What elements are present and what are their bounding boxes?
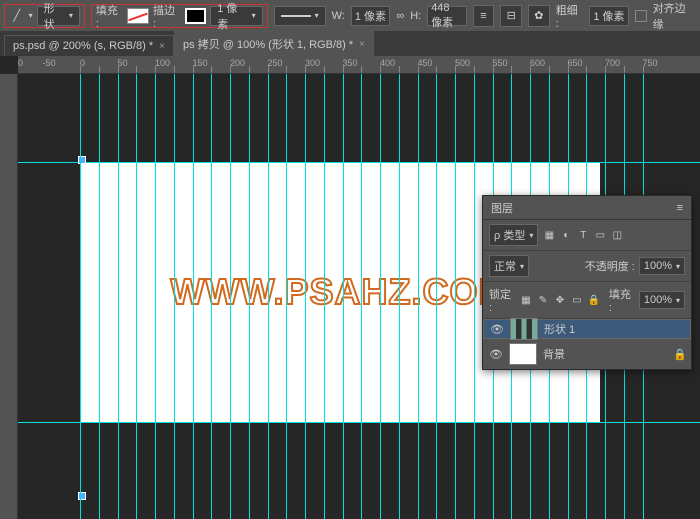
layer-thumbnail[interactable] — [510, 318, 538, 340]
lock-icon[interactable]: 🔒 — [673, 348, 685, 361]
filter-shape-icon[interactable]: ▭ — [593, 228, 607, 242]
fill-opacity-input[interactable]: 100%▾ — [639, 291, 685, 309]
thickness-input[interactable]: 1 像素 — [589, 6, 628, 26]
fill-swatch-none[interactable] — [127, 8, 149, 24]
arrange-icon[interactable]: ⊟ — [500, 5, 522, 27]
guide-vertical[interactable] — [155, 74, 156, 519]
tab-document-2[interactable]: ps 拷贝 @ 100% (形状 1, RGB/8) *× — [174, 31, 374, 56]
filter-type-icon[interactable]: T — [576, 228, 590, 242]
tab-document-1[interactable]: ps.psd @ 200% (s, RGB/8) *× — [4, 35, 174, 56]
guide-vertical[interactable] — [211, 74, 212, 519]
width-input[interactable]: 1 像素 — [351, 6, 390, 26]
align-edges-checkbox[interactable] — [635, 10, 647, 22]
lock-pixels-icon[interactable]: ▦ — [519, 293, 533, 307]
tool-mode-group: ╱ ▾ 形状▾ — [4, 4, 85, 28]
stroke-label: 描边 : — [153, 2, 181, 30]
watermark-text: WWW.PSAHZ.COM — [171, 271, 510, 313]
guide-vertical[interactable] — [230, 74, 231, 519]
lock-all-icon[interactable]: 🔒 — [587, 293, 601, 307]
guide-vertical[interactable] — [268, 74, 269, 519]
guide-vertical[interactable] — [324, 74, 325, 519]
filter-type-select[interactable]: ρ 类型▾ — [489, 224, 538, 246]
height-input[interactable]: 448 像素 — [427, 6, 466, 26]
guide-vertical[interactable] — [343, 74, 344, 519]
solid-line-icon — [281, 15, 311, 17]
stroke-size-select[interactable]: 1 像素▾ — [210, 6, 262, 26]
layers-header[interactable]: 图层 ≡ — [483, 196, 691, 220]
opacity-input[interactable]: 100%▾ — [639, 257, 685, 275]
chevron-down-icon[interactable]: ▾ — [29, 11, 33, 20]
document-tabs: ps.psd @ 200% (s, RGB/8) *× ps 拷贝 @ 100%… — [0, 32, 700, 56]
guide-vertical[interactable] — [436, 74, 437, 519]
guide-vertical[interactable] — [418, 74, 419, 519]
lock-position-icon[interactable]: ✥ — [553, 293, 567, 307]
layer-item-background[interactable]: 👁 背景 🔒 — [483, 339, 691, 369]
guide-vertical[interactable] — [193, 74, 194, 519]
guide-vertical[interactable] — [399, 74, 400, 519]
layers-panel[interactable]: 图层 ≡ ρ 类型▾ ▦ ◐ T ▭ ◫ 正常▾ 不透明度 : 100%▾ 锁定… — [482, 195, 692, 370]
guide-vertical[interactable] — [455, 74, 456, 519]
visibility-icon[interactable]: 👁 — [490, 323, 504, 336]
close-icon[interactable]: × — [359, 39, 365, 50]
fill-opacity-label: 填充 : — [609, 286, 635, 314]
guide-vertical[interactable] — [80, 74, 81, 519]
mode-select[interactable]: 形状▾ — [37, 6, 80, 26]
filter-adjust-icon[interactable]: ◐ — [559, 228, 573, 242]
layers-filter-row: ρ 类型▾ ▦ ◐ T ▭ ◫ — [483, 220, 691, 251]
w-label: W: — [332, 10, 345, 22]
guide-vertical[interactable] — [380, 74, 381, 519]
gear-icon[interactable]: ✿ — [528, 5, 550, 27]
lock-paint-icon[interactable]: ✎ — [536, 293, 550, 307]
align-edges-label: 对齐边缘 — [653, 0, 696, 32]
lock-artboard-icon[interactable]: ▭ — [570, 293, 584, 307]
stroke-type-select[interactable]: ▾ — [274, 6, 326, 26]
layer-thumbnail[interactable] — [509, 343, 537, 365]
filter-smart-icon[interactable]: ◫ — [610, 228, 624, 242]
opacity-label: 不透明度 : — [585, 258, 635, 274]
layer-name[interactable]: 形状 1 — [544, 321, 575, 337]
lock-label: 锁定 : — [489, 286, 515, 314]
blend-mode-select[interactable]: 正常▾ — [489, 255, 529, 277]
guide-vertical[interactable] — [118, 74, 119, 519]
guide-horizontal[interactable] — [18, 422, 700, 423]
guide-vertical[interactable] — [99, 74, 100, 519]
blend-row: 正常▾ 不透明度 : 100%▾ — [483, 251, 691, 282]
link-icon[interactable]: ∞ — [396, 10, 404, 22]
guide-vertical[interactable] — [136, 74, 137, 519]
options-bar: ╱ ▾ 形状▾ 填充 : 描边 : 1 像素▾ ▾ W: 1 像素 ∞ H: 4… — [0, 0, 700, 32]
guide-vertical[interactable] — [474, 74, 475, 519]
align-icon[interactable]: ≡ — [473, 5, 495, 27]
ruler-horizontal[interactable]: -100-50050100150200250300350400450500550… — [18, 56, 700, 74]
guide-horizontal[interactable] — [18, 162, 700, 163]
h-label: H: — [410, 10, 421, 22]
stroke-swatch[interactable] — [185, 8, 207, 24]
ruler-vertical[interactable] — [0, 74, 18, 519]
fill-label: 填充 : — [96, 2, 124, 30]
fill-stroke-group: 填充 : 描边 : 1 像素▾ — [91, 4, 268, 28]
filter-pixel-icon[interactable]: ▦ — [542, 228, 556, 242]
guide-vertical[interactable] — [286, 74, 287, 519]
line-tool-icon[interactable]: ╱ — [9, 8, 25, 24]
visibility-icon[interactable]: 👁 — [489, 348, 503, 361]
panel-menu-icon[interactable]: ≡ — [677, 202, 683, 214]
guide-vertical[interactable] — [305, 74, 306, 519]
thickness-label: 粗细 : — [556, 2, 584, 30]
layer-name[interactable]: 背景 — [543, 346, 565, 362]
guide-vertical[interactable] — [249, 74, 250, 519]
lock-row: 锁定 : ▦ ✎ ✥ ▭ 🔒 填充 : 100%▾ — [483, 282, 691, 319]
layers-title: 图层 — [491, 200, 513, 216]
guide-vertical[interactable] — [361, 74, 362, 519]
layer-item-shape1[interactable]: 👁 形状 1 — [483, 319, 691, 339]
close-icon[interactable]: × — [159, 41, 165, 52]
guide-vertical[interactable] — [174, 74, 175, 519]
